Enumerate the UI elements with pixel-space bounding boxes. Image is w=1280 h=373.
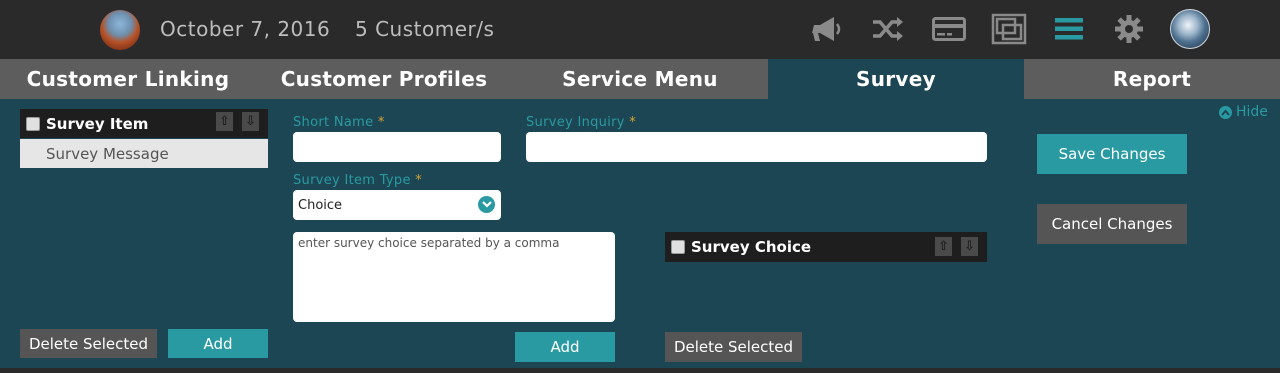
avatar[interactable] [1170,9,1210,49]
customer-count: 5 Customer/s [355,17,495,41]
survey-item-type-value: Choice [298,197,343,213]
hide-label: Hide [1236,104,1268,120]
megaphone-icon[interactable] [810,12,846,46]
survey-item-list-header: Survey Item ⇧ ⇩ [20,109,268,138]
tab-service-menu[interactable]: Service Menu [512,59,768,99]
select-all-survey-choices-checkbox[interactable] [671,240,685,254]
survey-choice-textarea[interactable]: enter survey choice separated by a comma [293,232,615,322]
top-bar: October 7, 2016 5 Customer/s [0,0,1280,59]
survey-inquiry-label: Survey Inquiry * [526,115,637,130]
current-date: October 7, 2016 [160,17,331,41]
delete-selected-items-button[interactable]: Delete Selected [20,329,157,358]
chevron-down-icon [478,196,495,213]
survey-item-header-label: Survey Item [46,114,149,133]
tab-bar: Customer Linking Customer Profiles Servi… [0,59,1280,99]
shuffle-icon[interactable] [870,12,906,46]
short-name-input[interactable] [293,132,501,162]
move-down-icon[interactable]: ⇩ [242,112,259,131]
delete-selected-choices-button[interactable]: Delete Selected [665,332,802,362]
logo[interactable] [100,10,140,50]
move-up-icon[interactable]: ⇧ [935,237,952,256]
survey-item-type-select[interactable]: Choice [293,190,501,220]
move-down-icon[interactable]: ⇩ [961,237,978,256]
survey-choice-header-label: Survey Choice [691,238,812,256]
select-all-survey-items-checkbox[interactable] [26,116,40,131]
gear-icon[interactable] [1111,12,1147,46]
move-up-icon[interactable]: ⇧ [216,112,233,131]
cancel-changes-button[interactable]: Cancel Changes [1037,204,1187,244]
tab-survey[interactable]: Survey [768,59,1024,99]
add-item-button[interactable]: Add [168,329,268,358]
survey-item-type-label: Survey Item Type * [293,173,422,188]
chevron-up-icon [1219,105,1232,119]
hide-toggle[interactable]: Hide [1219,104,1268,120]
list-item[interactable]: Survey Message [20,139,268,168]
short-name-label: Short Name * [293,115,385,130]
window-icon[interactable] [991,12,1027,46]
survey-choice-list-header: Survey Choice ⇧ ⇩ [665,232,987,262]
menu-icon[interactable] [1051,12,1087,46]
tab-customer-linking[interactable]: Customer Linking [0,59,256,99]
credit-card-icon[interactable] [931,12,967,46]
tab-customer-profiles[interactable]: Customer Profiles [256,59,512,99]
footer-divider [0,368,1280,373]
survey-inquiry-input[interactable] [526,132,987,162]
add-choice-button[interactable]: Add [515,332,615,362]
tab-report[interactable]: Report [1024,59,1280,99]
save-changes-button[interactable]: Save Changes [1037,134,1187,174]
